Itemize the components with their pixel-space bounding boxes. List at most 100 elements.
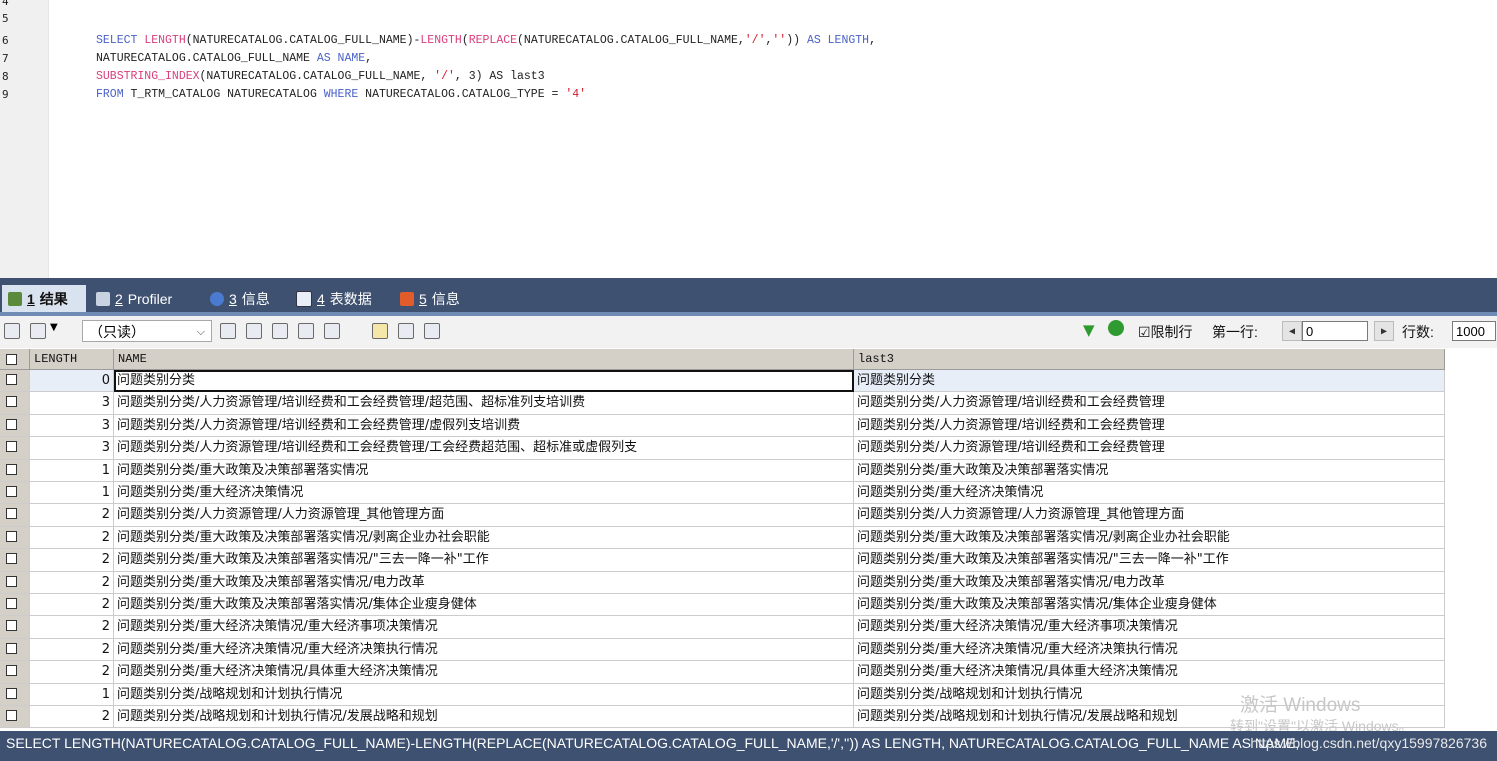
cell-name[interactable]: 问题类别分类 — [114, 370, 854, 393]
cell-length[interactable]: 3 — [30, 392, 114, 415]
next-page-icon[interactable]: ▶ — [1374, 321, 1394, 341]
table-row[interactable]: 3 问题类别分类/人力资源管理/培训经费和工会经费管理/虚假列支培训费 问题类别分类… — [0, 414, 1445, 438]
cell-last3[interactable]: 问题类别分类/人力资源管理/培训经费和工会经费管理 — [854, 392, 1445, 415]
checkbox[interactable] — [6, 354, 17, 365]
cell-length[interactable]: 2 — [30, 594, 114, 617]
limit-rows-checkbox[interactable]: ☑限制行 — [1138, 322, 1193, 342]
text-view-icon[interactable] — [424, 323, 440, 339]
cell-last3[interactable]: 问题类别分类/重大经济决策情况 — [854, 482, 1445, 505]
table-row[interactable]: 2 问题类别分类/重大经济决策情况/重大经济决策执行情况 问题类别分类/重大经济决策… — [0, 638, 1445, 662]
cell-length[interactable]: 2 — [30, 661, 114, 684]
cell-name[interactable]: 问题类别分类/战略规划和计划执行情况 — [114, 683, 854, 706]
cell-name[interactable]: 问题类别分类/重大政策及决策部署落实情况/集体企业瘦身健体 — [114, 594, 854, 617]
table-row[interactable]: 1 问题类别分类/战略规划和计划执行情况 问题类别分类/战略规划和计划执行情况 — [0, 683, 1445, 706]
form-view-icon[interactable] — [398, 323, 414, 339]
cell-length[interactable]: 3 — [30, 437, 114, 460]
checkbox[interactable] — [6, 418, 17, 430]
tab-table-data[interactable]: 4 表数据 — [290, 285, 390, 312]
row-selector[interactable] — [0, 594, 30, 617]
code-line-9[interactable]: FROM T_RTM_CATALOG NATURECATALOG WHERE N… — [96, 87, 586, 102]
save-icon[interactable] — [272, 323, 288, 339]
table-row[interactable]: 2 问题类别分类/重大政策及决策部署落实情况/集体企业瘦身健体 问题类别分类/重大政… — [0, 594, 1445, 617]
row-selector[interactable] — [0, 437, 30, 460]
cell-name[interactable]: 问题类别分类/重大经济决策情况 — [114, 482, 854, 505]
cell-name[interactable]: 问题类别分类/人力资源管理/人力资源管理_其他管理方面 — [114, 504, 854, 527]
cell-last3[interactable]: 问题类别分类/重大经济决策情况/重大经济事项决策情况 — [854, 616, 1445, 639]
import-icon[interactable] — [30, 323, 46, 339]
checkbox[interactable] — [6, 374, 17, 385]
checkbox[interactable] — [6, 463, 17, 475]
checkbox[interactable] — [6, 530, 17, 542]
row-selector[interactable] — [0, 683, 30, 706]
chevron-down-icon[interactable]: ▼ — [50, 322, 58, 333]
checkbox[interactable] — [6, 642, 17, 654]
table-row[interactable]: 2 问题类别分类/重大政策及决策部署落实情况/剥离企业办社会职能 问题类别分类/重大… — [0, 526, 1445, 550]
checkbox[interactable] — [6, 486, 17, 497]
cell-length[interactable]: 3 — [30, 414, 114, 438]
row-selector[interactable] — [0, 616, 30, 639]
table-row[interactable]: 3 问题类别分类/人力资源管理/培训经费和工会经费管理/超范围、超标准列支培训费问… — [0, 392, 1445, 415]
table-row[interactable]: 3 问题类别分类/人力资源管理/培训经费和工会经费管理/工会经费超范围、超标准或虚… — [0, 437, 1445, 460]
prev-page-icon[interactable]: ◀ — [1282, 321, 1302, 341]
tab-results[interactable]: 1 结果 — [2, 285, 86, 312]
row-selector[interactable] — [0, 638, 30, 662]
table-row[interactable]: 2 问题类别分类/重大经济决策情况/具体重大经济决策情况 问题类别分类/重大经济决策… — [0, 661, 1445, 684]
refresh-icon[interactable] — [324, 323, 340, 339]
cell-last3[interactable]: 问题类别分类/重大经济决策情况/具体重大经济决策情况 — [854, 661, 1445, 684]
table-row[interactable]: 2 问题类别分类/人力资源管理/人力资源管理_其他管理方面 问题类别分类/人力资源管… — [0, 504, 1445, 527]
cell-length[interactable]: 2 — [30, 616, 114, 639]
cell-name[interactable]: 问题类别分类/人力资源管理/培训经费和工会经费管理/超范围、超标准列支培训费 — [114, 392, 854, 415]
cell-length[interactable]: 2 — [30, 638, 114, 662]
row-selector[interactable] — [0, 482, 30, 505]
cell-last3[interactable]: 问题类别分类/重大经济决策情况/重大经济决策执行情况 — [854, 638, 1445, 662]
export-icon[interactable] — [4, 323, 20, 339]
tab-info-5[interactable]: 5 信息 — [394, 285, 478, 312]
row-selector[interactable] — [0, 549, 30, 572]
checkbox[interactable] — [6, 553, 17, 565]
cell-length[interactable]: 2 — [30, 706, 114, 729]
row-selector[interactable] — [0, 370, 30, 393]
checkbox[interactable] — [6, 508, 17, 520]
cell-name[interactable]: 问题类别分类/重大经济决策情况/具体重大经济决策情况 — [114, 661, 854, 684]
mode-select[interactable]: （只读） ⌵ — [82, 320, 212, 342]
cell-name[interactable]: 问题类别分类/重大政策及决策部署落实情况 — [114, 459, 854, 482]
row-selector[interactable] — [0, 392, 30, 415]
cell-name[interactable]: 问题类别分类/重大经济决策情况/重大经济决策执行情况 — [114, 638, 854, 662]
cell-last3[interactable]: 问题类别分类/人力资源管理/人力资源管理_其他管理方面 — [854, 504, 1445, 527]
cell-last3[interactable]: 问题类别分类/人力资源管理/培训经费和工会经费管理 — [854, 414, 1445, 438]
checkbox[interactable] — [6, 620, 17, 632]
insert-row-icon[interactable] — [220, 323, 236, 339]
cell-last3[interactable]: 问题类别分类/重大政策及决策部署落实情况/"三去一降一补"工作 — [854, 549, 1445, 572]
cell-last3[interactable]: 问题类别分类/重大政策及决策部署落实情况/剥离企业办社会职能 — [854, 526, 1445, 550]
cell-length[interactable]: 1 — [30, 482, 114, 505]
row-selector[interactable] — [0, 526, 30, 550]
cell-name[interactable]: 问题类别分类/人力资源管理/培训经费和工会经费管理/工会经费超范围、超标准或虚假… — [114, 437, 854, 460]
cell-name[interactable]: 问题类别分类/重大政策及决策部署落实情况/电力改革 — [114, 571, 854, 594]
cell-last3[interactable]: 问题类别分类/重大政策及决策部署落实情况/电力改革 — [854, 571, 1445, 594]
row-selector[interactable] — [0, 504, 30, 527]
column-header-name[interactable]: NAME — [114, 349, 854, 370]
cell-length[interactable]: 1 — [30, 459, 114, 482]
cell-last3[interactable]: 问题类别分类/人力资源管理/培训经费和工会经费管理 — [854, 437, 1445, 460]
cell-name[interactable]: 问题类别分类/重大政策及决策部署落实情况/"三去一降一补"工作 — [114, 549, 854, 572]
table-row[interactable]: 2 问题类别分类/战略规划和计划执行情况/发展战略和规划 问题类别分类/战略规划和计… — [0, 706, 1445, 729]
table-row[interactable]: 0 问题类别分类 问题类别分类 — [0, 370, 1445, 393]
cell-length[interactable]: 2 — [30, 549, 114, 572]
checkbox[interactable] — [6, 441, 17, 453]
table-row[interactable]: 2 问题类别分类/重大政策及决策部署落实情况/电力改革 问题类别分类/重大政策及决策… — [0, 571, 1445, 594]
cell-length[interactable]: 2 — [30, 504, 114, 527]
reset-icon[interactable] — [1108, 320, 1124, 336]
delete-icon[interactable] — [298, 323, 314, 339]
cell-last3[interactable]: 问题类别分类/重大政策及决策部署落实情况/集体企业瘦身健体 — [854, 594, 1445, 617]
cell-last3[interactable]: 问题类别分类 — [854, 370, 1445, 393]
table-row[interactable]: 1 问题类别分类/重大政策及决策部署落实情况 问题类别分类/重大政策及决策部署落实情… — [0, 459, 1445, 482]
code-line-7[interactable]: NATURECATALOG.CATALOG_FULL_NAME AS NAME, — [96, 51, 372, 66]
row-selector[interactable] — [0, 414, 30, 438]
cell-length[interactable]: 2 — [30, 571, 114, 594]
cell-last3[interactable]: 问题类别分类/重大政策及决策部署落实情况 — [854, 459, 1445, 482]
column-header-last3[interactable]: last3 — [854, 349, 1445, 370]
cell-length[interactable]: 2 — [30, 526, 114, 550]
row-selector[interactable] — [0, 661, 30, 684]
cell-name[interactable]: 问题类别分类/人力资源管理/培训经费和工会经费管理/虚假列支培训费 — [114, 414, 854, 438]
cell-length[interactable]: 1 — [30, 683, 114, 706]
